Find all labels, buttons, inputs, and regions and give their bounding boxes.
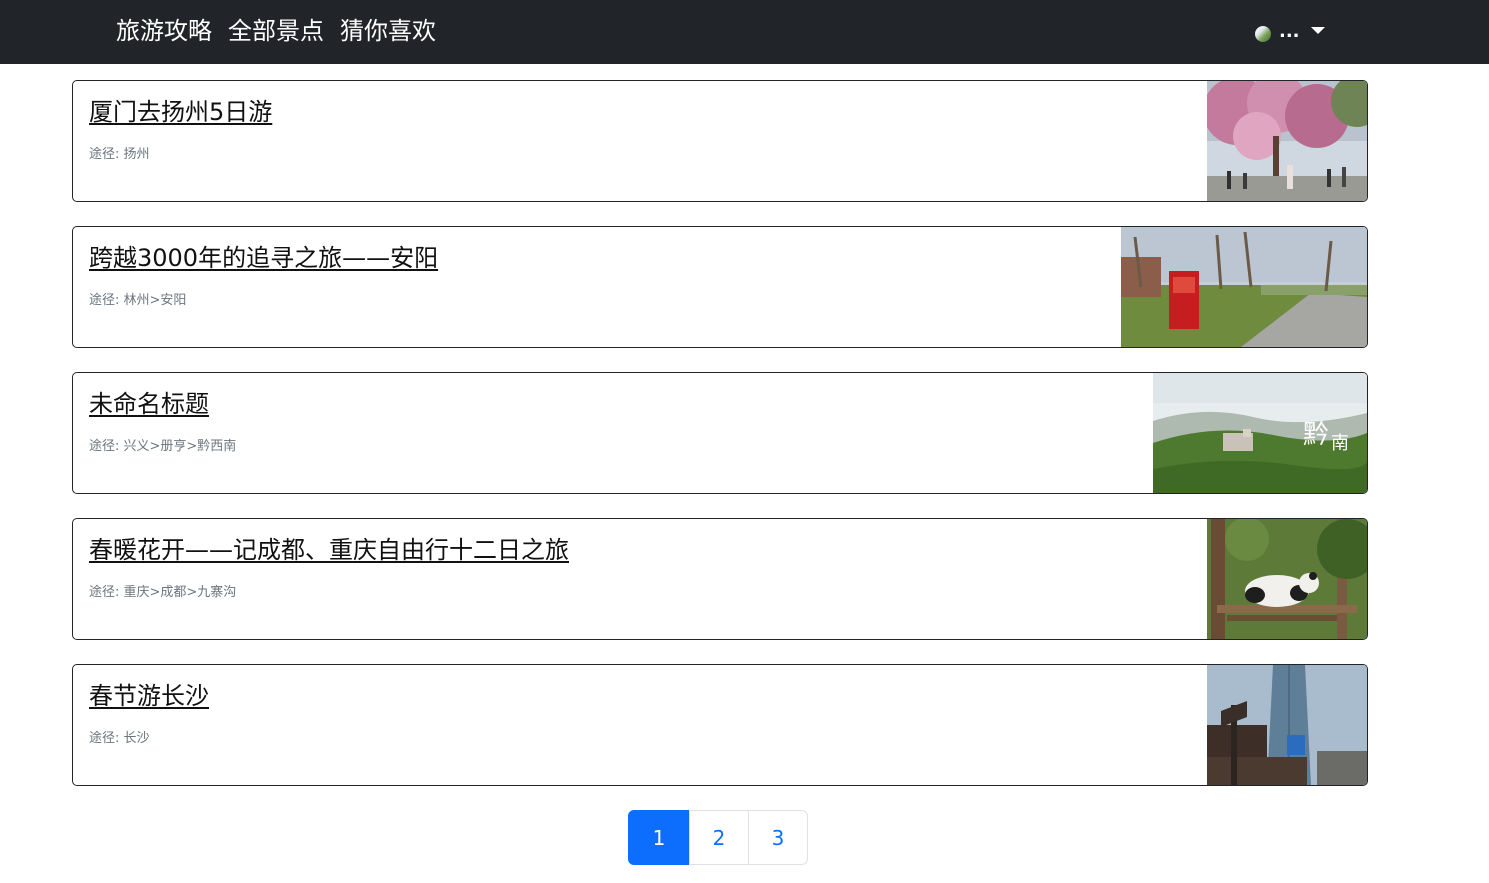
card-route: 途径: 林州>安阳 (89, 293, 187, 308)
card-route: 途径: 扬州 (89, 147, 150, 162)
card-title[interactable]: 跨越3000年的追寻之旅——安阳 (89, 241, 438, 275)
nav-all-attractions[interactable]: 全部景点 (228, 14, 324, 48)
card-thumbnail[interactable] (1207, 665, 1367, 785)
card-route: 途径: 长沙 (89, 731, 150, 746)
pagination: 1 2 3 (628, 810, 808, 865)
card-title[interactable]: 春暖花开——记成都、重庆自由行十二日之旅 (89, 533, 569, 567)
page-button-3[interactable]: 3 (748, 810, 808, 865)
travel-card[interactable]: 春暖花开——记成都、重庆自由行十二日之旅 途径: 重庆>成都>九寨沟 (72, 518, 1368, 640)
card-thumbnail[interactable]: 黔 南 (1153, 373, 1367, 493)
nav-recommended[interactable]: 猜你喜欢 (340, 14, 436, 48)
avatar (1255, 26, 1271, 42)
caret-down-icon (1311, 27, 1325, 34)
city-tower-image (1207, 665, 1367, 785)
user-name: ... (1279, 21, 1300, 42)
card-title[interactable]: 厦门去扬州5日游 (89, 95, 272, 129)
travel-card[interactable]: 未命名标题 途径: 兴义>册亨>黔西南 黔 南 (72, 372, 1368, 494)
card-thumbnail[interactable] (1207, 81, 1367, 201)
nav-travel-guides[interactable]: 旅游攻略 (116, 14, 212, 48)
page-button-1[interactable]: 1 (628, 810, 690, 865)
travel-card[interactable]: 春节游长沙 途径: 长沙 (72, 664, 1368, 786)
travel-card[interactable]: 跨越3000年的追寻之旅——安阳 途径: 林州>安阳 (72, 226, 1368, 348)
cherry-blossom-image (1207, 81, 1367, 201)
svg-text:黔: 黔 (1303, 420, 1329, 450)
page-button-2[interactable]: 2 (689, 810, 749, 865)
navbar: 旅游攻略 全部景点 猜你喜欢 ... (0, 0, 1489, 64)
card-thumbnail[interactable] (1207, 519, 1367, 639)
svg-text:南: 南 (1331, 433, 1349, 454)
aerial-landscape-image: 黔 南 (1153, 373, 1367, 493)
travel-card[interactable]: 厦门去扬州5日游 途径: 扬州 (72, 80, 1368, 202)
card-title[interactable]: 未命名标题 (89, 387, 209, 421)
card-thumbnail[interactable] (1121, 227, 1367, 347)
park-image (1121, 227, 1367, 347)
panda-image (1207, 519, 1367, 639)
card-route: 途径: 重庆>成都>九寨沟 (89, 585, 237, 600)
card-route: 途径: 兴义>册亨>黔西南 (89, 439, 237, 454)
card-title[interactable]: 春节游长沙 (89, 679, 209, 713)
